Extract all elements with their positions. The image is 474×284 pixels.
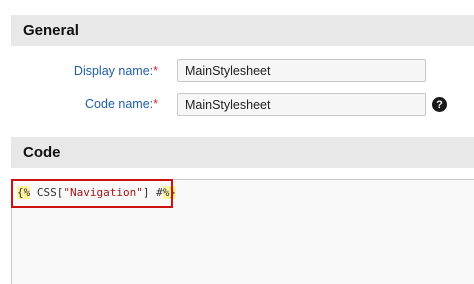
- required-mark: *: [153, 64, 158, 78]
- general-section-header: General: [11, 15, 474, 46]
- stylesheet-edit-page: General Display name:* Code name:* ? Cod…: [0, 0, 474, 284]
- question-circle-icon[interactable]: ?: [432, 97, 447, 112]
- display-name-input[interactable]: [177, 59, 426, 82]
- display-name-label-text: Display name:: [73, 64, 154, 78]
- code-name-label-text: Code name:: [85, 97, 154, 111]
- display-name-label: Display name:*: [8, 64, 158, 78]
- code-name-input[interactable]: [177, 93, 426, 116]
- code-highlight-box: [11, 179, 173, 208]
- code-name-label: Code name:*: [8, 97, 158, 111]
- code-section-header: Code: [11, 137, 474, 168]
- general-section-title: General: [23, 22, 79, 39]
- required-mark: *: [153, 97, 158, 111]
- code-section-title: Code: [23, 144, 61, 161]
- help-glyph: ?: [436, 98, 443, 111]
